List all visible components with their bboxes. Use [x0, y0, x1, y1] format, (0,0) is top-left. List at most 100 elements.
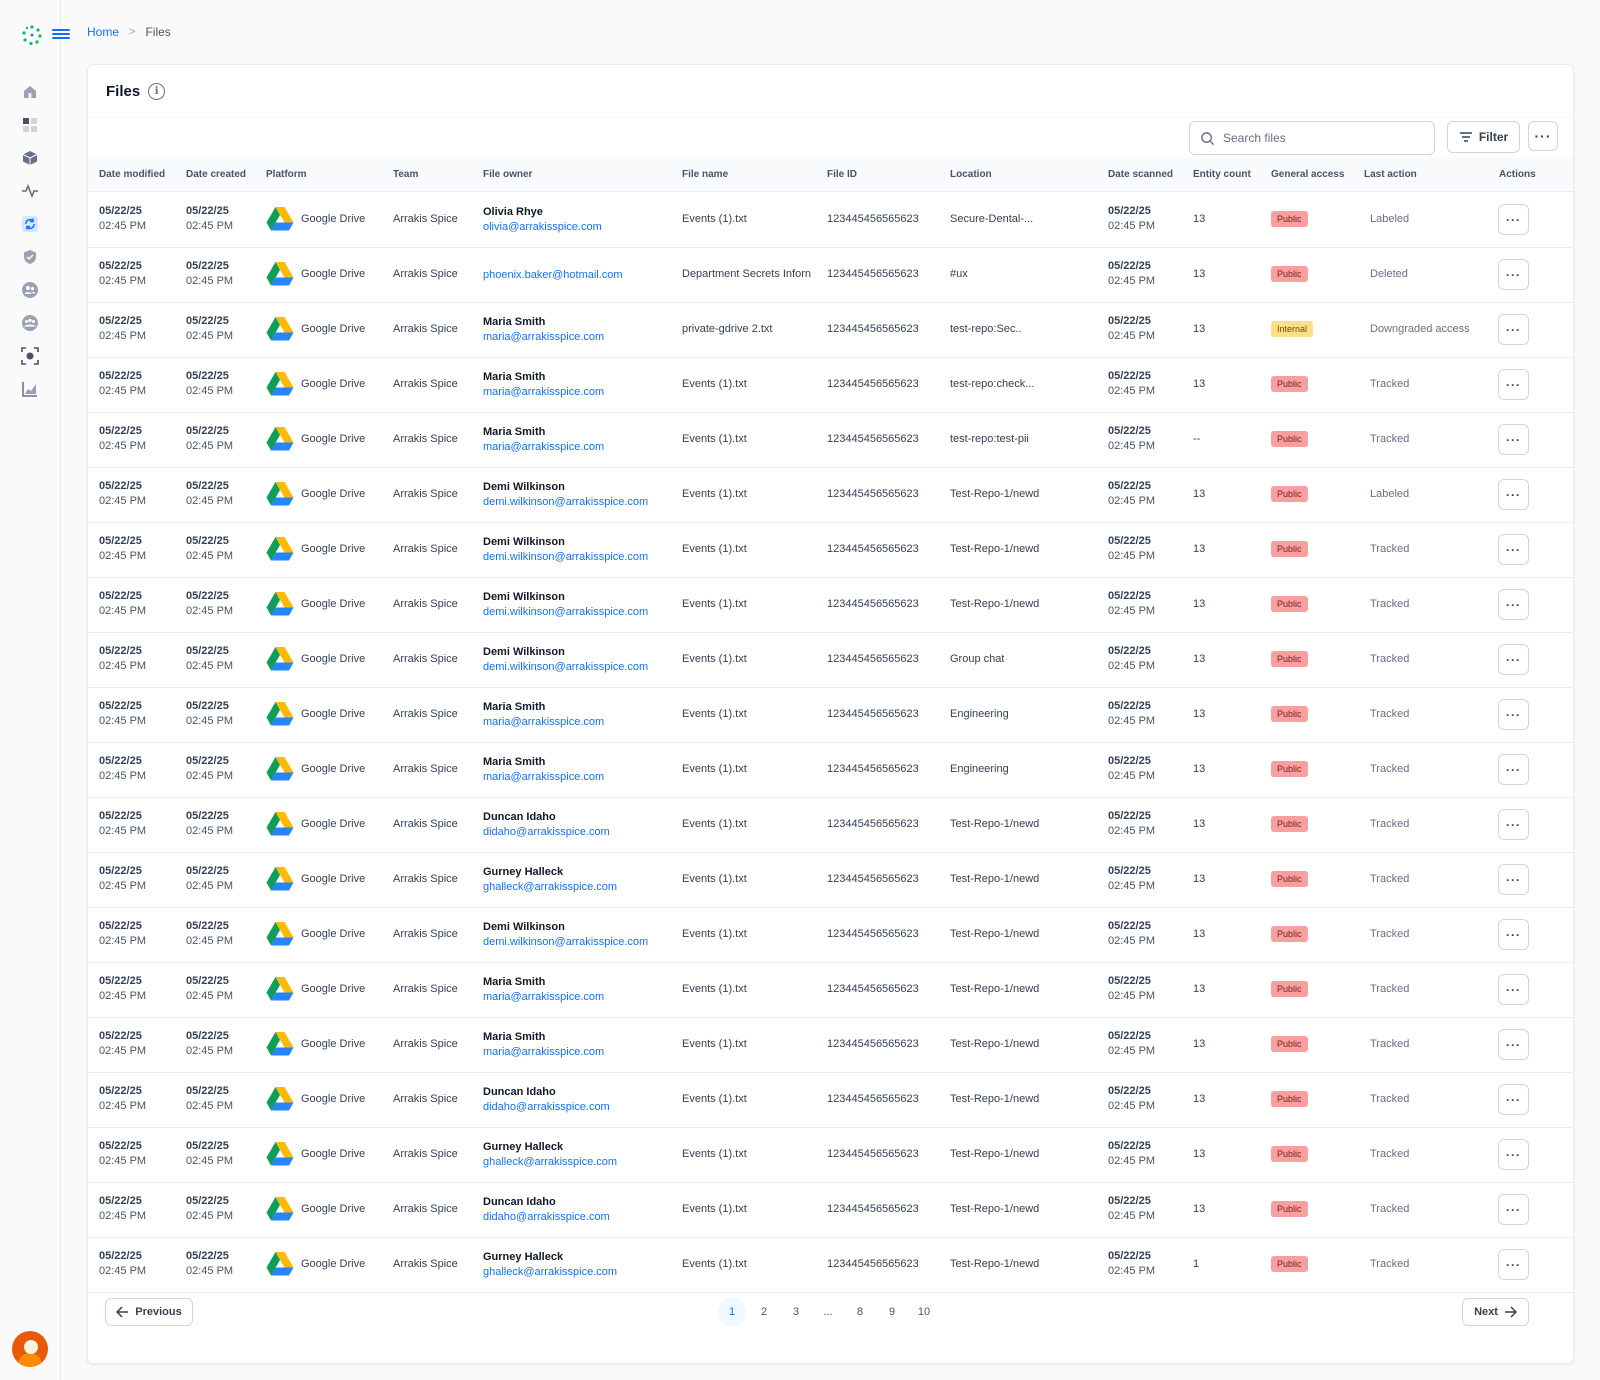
- scan-icon[interactable]: [21, 347, 39, 365]
- file-name-cell[interactable]: Events (1).txt: [682, 1148, 820, 1160]
- table-row[interactable]: 05/22/25 02:45 PM 05/22/25 02:45 PM Google D…: [88, 1182, 1573, 1238]
- table-row[interactable]: 05/22/25 02:45 PM 05/22/25 02:45 PM Google D…: [88, 962, 1573, 1018]
- row-actions-button[interactable]: ···: [1498, 589, 1529, 620]
- owner-email[interactable]: demi.wilkinson@arrakisspice.com: [483, 605, 648, 620]
- table-row[interactable]: 05/22/25 02:45 PM 05/22/25 02:45 PM Google D…: [88, 632, 1573, 688]
- owner-email[interactable]: maria@arrakisspice.com: [483, 385, 604, 400]
- more-options-button[interactable]: ···: [1528, 121, 1558, 151]
- table-row[interactable]: 05/22/25 02:45 PM 05/22/25 02:45 PM Google D…: [88, 522, 1573, 578]
- file-name-cell[interactable]: Events (1).txt: [682, 983, 820, 995]
- column-header[interactable]: Platform: [266, 169, 307, 180]
- table-row[interactable]: 05/22/25 02:45 PM 05/22/25 02:45 PM Google D…: [88, 797, 1573, 853]
- owner-email[interactable]: ghalleck@arrakisspice.com: [483, 880, 617, 895]
- row-actions-button[interactable]: ···: [1498, 809, 1529, 840]
- row-actions-button[interactable]: ···: [1498, 369, 1529, 400]
- row-actions-button[interactable]: ···: [1498, 1139, 1529, 1170]
- search-input[interactable]: [1223, 131, 1413, 145]
- owner-email[interactable]: demi.wilkinson@arrakisspice.com: [483, 550, 648, 565]
- file-name-cell[interactable]: Department Secrets Inforn: [682, 268, 820, 280]
- row-actions-button[interactable]: ···: [1498, 204, 1529, 235]
- table-row[interactable]: 05/22/25 02:45 PM 05/22/25 02:45 PM Google D…: [88, 907, 1573, 963]
- owner-email[interactable]: maria@arrakisspice.com: [483, 990, 604, 1005]
- row-actions-button[interactable]: ···: [1498, 699, 1529, 730]
- table-row[interactable]: 05/22/25 02:45 PM 05/22/25 02:45 PM Google D…: [88, 412, 1573, 468]
- owner-email[interactable]: maria@arrakisspice.com: [483, 440, 604, 455]
- owner-email[interactable]: didaho@arrakisspice.com: [483, 1210, 610, 1225]
- file-name-cell[interactable]: Events (1).txt: [682, 213, 820, 225]
- owner-email[interactable]: demi.wilkinson@arrakisspice.com: [483, 935, 648, 950]
- table-row[interactable]: 05/22/25 02:45 PM 05/22/25 02:45 PM Google D…: [88, 467, 1573, 523]
- table-row[interactable]: 05/22/25 02:45 PM 05/22/25 02:45 PM Google D…: [88, 302, 1573, 358]
- file-name-cell[interactable]: Events (1).txt: [682, 433, 820, 445]
- owner-email[interactable]: maria@arrakisspice.com: [483, 1045, 604, 1060]
- table-row[interactable]: 05/22/25 02:45 PM 05/22/25 02:45 PM Google D…: [88, 742, 1573, 798]
- file-name-cell[interactable]: Events (1).txt: [682, 378, 820, 390]
- row-actions-button[interactable]: ···: [1498, 644, 1529, 675]
- table-row[interactable]: 05/22/25 02:45 PM 05/22/25 02:45 PM Google D…: [88, 247, 1573, 303]
- file-name-cell[interactable]: Events (1).txt: [682, 1203, 820, 1215]
- file-name-cell[interactable]: Events (1).txt: [682, 708, 820, 720]
- file-name-cell[interactable]: Events (1).txt: [682, 928, 820, 940]
- table-row[interactable]: 05/22/25 02:45 PM 05/22/25 02:45 PM Google D…: [88, 192, 1573, 248]
- row-actions-button[interactable]: ···: [1498, 1249, 1529, 1280]
- row-actions-button[interactable]: ···: [1498, 919, 1529, 950]
- table-row[interactable]: 05/22/25 02:45 PM 05/22/25 02:45 PM Google D…: [88, 1072, 1573, 1128]
- column-header[interactable]: Entity count: [1193, 169, 1251, 180]
- home-icon[interactable]: [21, 83, 39, 101]
- table-row[interactable]: 05/22/25 02:45 PM 05/22/25 02:45 PM Google D…: [88, 1237, 1573, 1293]
- column-header[interactable]: General access: [1271, 169, 1344, 180]
- file-name-cell[interactable]: Events (1).txt: [682, 543, 820, 555]
- row-actions-button[interactable]: ···: [1498, 1029, 1529, 1060]
- table-row[interactable]: 05/22/25 02:45 PM 05/22/25 02:45 PM Google D…: [88, 1127, 1573, 1183]
- owner-email[interactable]: ghalleck@arrakisspice.com: [483, 1265, 617, 1280]
- owner-email[interactable]: demi.wilkinson@arrakisspice.com: [483, 495, 648, 510]
- menu-toggle-icon[interactable]: [52, 27, 70, 43]
- table-row[interactable]: 05/22/25 02:45 PM 05/22/25 02:45 PM Google D…: [88, 357, 1573, 413]
- row-actions-button[interactable]: ···: [1498, 424, 1529, 455]
- page-9[interactable]: 9: [878, 1298, 906, 1326]
- owner-email[interactable]: phoenix.baker@hotmail.com: [483, 268, 623, 283]
- cube-icon[interactable]: [21, 149, 39, 167]
- column-header[interactable]: Team: [393, 169, 418, 180]
- file-name-cell[interactable]: Events (1).txt: [682, 653, 820, 665]
- row-actions-button[interactable]: ···: [1498, 974, 1529, 1005]
- team-icon[interactable]: [21, 314, 39, 332]
- row-actions-button[interactable]: ···: [1498, 259, 1529, 290]
- user-avatar[interactable]: [12, 1331, 48, 1367]
- column-header[interactable]: Date modified: [99, 169, 165, 180]
- table-row[interactable]: 05/22/25 02:45 PM 05/22/25 02:45 PM Google D…: [88, 687, 1573, 743]
- column-header[interactable]: File owner: [483, 169, 532, 180]
- file-name-cell[interactable]: Events (1).txt: [682, 873, 820, 885]
- previous-button[interactable]: Previous: [105, 1298, 193, 1326]
- column-header[interactable]: File name: [682, 169, 728, 180]
- shield-check-icon[interactable]: [21, 248, 39, 266]
- owner-email[interactable]: demi.wilkinson@arrakisspice.com: [483, 660, 648, 675]
- activity-icon[interactable]: [21, 182, 39, 200]
- file-name-cell[interactable]: Events (1).txt: [682, 1093, 820, 1105]
- page-2[interactable]: 2: [750, 1298, 778, 1326]
- filter-button[interactable]: Filter: [1447, 121, 1520, 153]
- column-header[interactable]: Last action: [1364, 169, 1417, 180]
- owner-email[interactable]: didaho@arrakisspice.com: [483, 825, 610, 840]
- row-actions-button[interactable]: ···: [1498, 864, 1529, 895]
- page-3[interactable]: 3: [782, 1298, 810, 1326]
- file-name-cell[interactable]: Events (1).txt: [682, 763, 820, 775]
- breadcrumb-home[interactable]: Home: [87, 25, 119, 39]
- chart-icon[interactable]: [21, 380, 39, 398]
- owner-email[interactable]: ghalleck@arrakisspice.com: [483, 1155, 617, 1170]
- column-header[interactable]: Location: [950, 169, 992, 180]
- file-name-cell[interactable]: Events (1).txt: [682, 1258, 820, 1270]
- table-row[interactable]: 05/22/25 02:45 PM 05/22/25 02:45 PM Google D…: [88, 577, 1573, 633]
- column-header[interactable]: File ID: [827, 169, 857, 180]
- column-header[interactable]: Date scanned: [1108, 169, 1173, 180]
- page-1[interactable]: 1: [718, 1298, 746, 1326]
- row-actions-button[interactable]: ···: [1498, 1084, 1529, 1115]
- file-name-cell[interactable]: Events (1).txt: [682, 818, 820, 830]
- file-name-cell[interactable]: Events (1).txt: [682, 598, 820, 610]
- owner-email[interactable]: maria@arrakisspice.com: [483, 330, 604, 345]
- row-actions-button[interactable]: ···: [1498, 754, 1529, 785]
- row-actions-button[interactable]: ···: [1498, 534, 1529, 565]
- column-header[interactable]: Date created: [186, 169, 246, 180]
- owner-email[interactable]: olivia@arrakisspice.com: [483, 220, 602, 235]
- owner-email[interactable]: maria@arrakisspice.com: [483, 715, 604, 730]
